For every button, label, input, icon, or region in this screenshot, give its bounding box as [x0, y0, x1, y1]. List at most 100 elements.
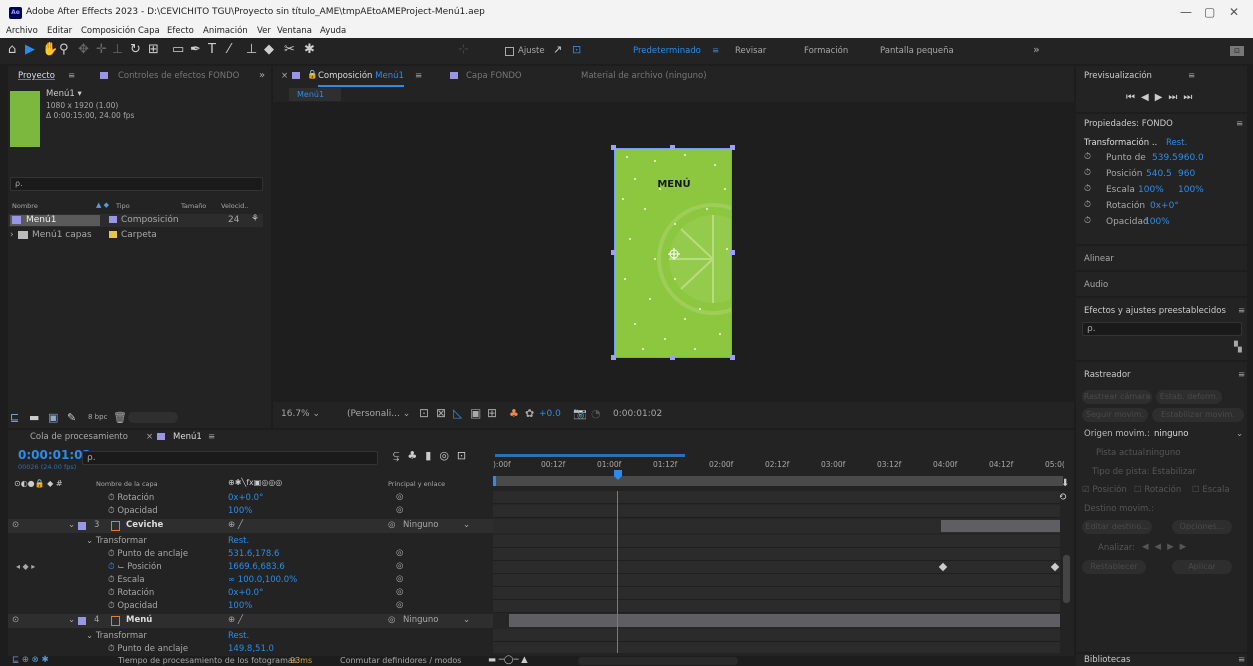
timeline-switches-icons[interactable]: ⥹♣▮◎⊡	[393, 449, 474, 463]
track-type-value[interactable]: Estabilizar	[1152, 467, 1196, 477]
expression-pickwhip-icon[interactable]: ◎	[396, 548, 403, 558]
project-menu-icon[interactable]: ≡	[68, 71, 75, 81]
workspace-pantalla-pequena[interactable]: Pantalla pequeña	[880, 46, 954, 56]
parent-pickwhip-icon[interactable]: ◎	[388, 520, 395, 530]
search-help-icon[interactable]: ⊡	[1230, 46, 1244, 56]
snap-grid-icon[interactable]: ⊡	[572, 43, 581, 57]
work-area-start[interactable]	[493, 476, 496, 486]
prop-val2[interactable]: 960.0	[1178, 153, 1204, 163]
workspaces-more-button[interactable]: »	[1033, 43, 1040, 56]
parent-dropdown[interactable]: Ninguno	[403, 615, 438, 625]
prop-value[interactable]: 149.8,51.0	[228, 644, 274, 654]
bbox-handle[interactable]	[670, 145, 675, 150]
stamp-tool-icon[interactable]: ⊥	[246, 43, 257, 57]
comp-marker-icon[interactable]: ⬇	[1061, 478, 1069, 489]
rectangle-tool-icon[interactable]: ▭	[172, 43, 184, 57]
edit-target-button[interactable]: Editar destino...	[1082, 520, 1152, 534]
grid-icon[interactable]: ⊞	[487, 406, 497, 420]
workspace-formacion[interactable]: Formación	[804, 46, 848, 56]
eraser-tool-icon[interactable]: ◆	[264, 43, 274, 57]
tab-material[interactable]: Material de archivo (ninguno)	[581, 71, 707, 81]
reset-button[interactable]: Restablecer	[1082, 560, 1146, 574]
expression-pickwhip-icon[interactable]: ◎	[396, 561, 403, 571]
libraries-menu-icon[interactable]: ≡	[1238, 655, 1245, 665]
layer-bar-ceviche[interactable]	[941, 520, 1060, 532]
layer-row[interactable]: ⊙ ⌄ 3 Ceviche ⊕ ╱ ◎ Ninguno ⌄	[8, 519, 493, 533]
prop-val2[interactable]: 100%	[1178, 185, 1204, 195]
composition-artwork[interactable]: MENÚ	[614, 148, 732, 358]
flowchart-icon[interactable]: ⚘	[251, 214, 259, 224]
pan-tool-icon[interactable]: ✛	[96, 43, 107, 57]
exposure-value[interactable]: +0.0	[539, 409, 561, 419]
transform-group[interactable]: ⌄ Transformar	[86, 536, 147, 546]
footer-switches-icons[interactable]: ⊑ ⊕ ⊗ ✱	[12, 655, 49, 665]
layer-row[interactable]: ⊙ ⌄ 4 Menú ⊕ ╱ ◎ Ninguno ⌄	[8, 614, 493, 628]
prop-val1[interactable]: 100%	[1144, 217, 1170, 227]
menu-ventana[interactable]: Ventana	[277, 26, 312, 36]
layer-bar-menu[interactable]	[509, 614, 1060, 627]
bbox-handle[interactable]	[730, 145, 735, 150]
prop-value[interactable]: ∞ 100.0,100.0%	[228, 575, 297, 585]
tab-timeline-comp[interactable]: Menú1	[173, 432, 202, 442]
warp-stabilizer-button[interactable]: Estab. deform.	[1156, 390, 1222, 404]
orbit-tool-icon[interactable]: ✥	[78, 43, 89, 57]
prop-val1[interactable]: 100%	[1138, 185, 1164, 195]
expression-pickwhip-icon[interactable]: ◎	[396, 492, 403, 502]
snap-options-icon[interactable]: ↗	[553, 43, 562, 57]
work-area-range[interactable]	[493, 476, 1063, 486]
track-camera-button[interactable]: Rastrear cámara	[1082, 390, 1152, 404]
timeline-search-input[interactable]: ρ.	[82, 451, 378, 465]
stopwatch-active-icon[interactable]: ⏱	[108, 562, 115, 572]
mask-visibility-icon[interactable]: ◺	[453, 406, 462, 420]
timeline-tracks[interactable]	[493, 491, 1060, 653]
motion-source-dropdown[interactable]: ninguno	[1154, 429, 1189, 439]
bbox-handle[interactable]	[670, 355, 675, 360]
snapshot-icon[interactable]: 📷	[573, 407, 587, 420]
stopwatch-icon[interactable]: ⏱	[108, 644, 115, 654]
stopwatch-icon[interactable]: ⏱	[108, 575, 115, 585]
timeline-timecode[interactable]: 0:00:01:02	[18, 448, 91, 462]
new-folder-icon[interactable]: ▬	[29, 411, 39, 424]
bbox-handle[interactable]	[730, 250, 735, 255]
snap-checkbox[interactable]	[505, 47, 514, 56]
stopwatch-icon[interactable]: ⏱	[1084, 200, 1091, 210]
close-button[interactable]: ✕	[1229, 5, 1239, 19]
label-color-icon[interactable]	[78, 522, 86, 530]
stopwatch-icon[interactable]: ⏱	[108, 549, 115, 559]
keyframe-navigator-icon[interactable]: ◂ ◆ ▸	[16, 562, 35, 571]
viewer-area[interactable]: MENÚ	[273, 102, 1074, 402]
work-area-bar[interactable]	[495, 454, 685, 457]
libraries-panel[interactable]: Bibliotecas ≡	[1076, 654, 1247, 666]
menu-animacion[interactable]: Animación	[203, 26, 248, 36]
close-tab-icon[interactable]: ×	[146, 432, 153, 442]
shy-switch-icon[interactable]: ⊕ ╱	[228, 615, 243, 625]
region-of-interest-icon[interactable]: ⊡	[419, 406, 429, 420]
comp-tab-menu-icon[interactable]: ≡	[415, 71, 422, 81]
properties-menu-icon[interactable]: ≡	[1236, 119, 1243, 129]
stopwatch-icon[interactable]: ⏱	[108, 506, 115, 516]
zoom-dropdown[interactable]: 16.7% ⌄	[281, 409, 320, 419]
dolly-tool-icon[interactable]: ⊥	[112, 43, 123, 57]
tracker-menu-icon[interactable]: ≡	[1238, 370, 1245, 380]
menu-ver[interactable]: Ver	[257, 26, 271, 36]
stopwatch-icon[interactable]: ⏱	[1084, 168, 1091, 178]
prop-value[interactable]: 0x+0.0°	[228, 588, 263, 598]
comp-breadcrumb[interactable]: Menú1	[289, 88, 341, 101]
menu-efecto[interactable]: Efecto	[167, 26, 194, 36]
prop-val1[interactable]: 540.5	[1146, 169, 1172, 179]
puppet-tool-icon[interactable]: ✱	[304, 43, 315, 57]
project-search-input[interactable]: ρ.	[10, 177, 263, 191]
new-comp-icon[interactable]: ▣	[48, 411, 58, 424]
col-tamano[interactable]: Tamaño	[181, 202, 206, 210]
bbox-handle[interactable]	[611, 250, 616, 255]
transform-group[interactable]: ⌄ Transformar	[86, 631, 147, 641]
zoom-tool-icon[interactable]: ⚲	[59, 43, 69, 57]
effects-search-input[interactable]: ρ.	[1082, 322, 1242, 336]
expression-pickwhip-icon[interactable]: ◎	[396, 587, 403, 597]
audio-panel[interactable]: Audio	[1076, 272, 1247, 296]
prop-val1[interactable]: 0x+0°	[1150, 201, 1179, 211]
menu-archivo[interactable]: Archivo	[6, 26, 38, 36]
playhead-line[interactable]	[617, 491, 618, 653]
color-channels-icon[interactable]: ♣	[509, 407, 519, 420]
expand-arrow-icon[interactable]: ⌄	[68, 615, 75, 625]
